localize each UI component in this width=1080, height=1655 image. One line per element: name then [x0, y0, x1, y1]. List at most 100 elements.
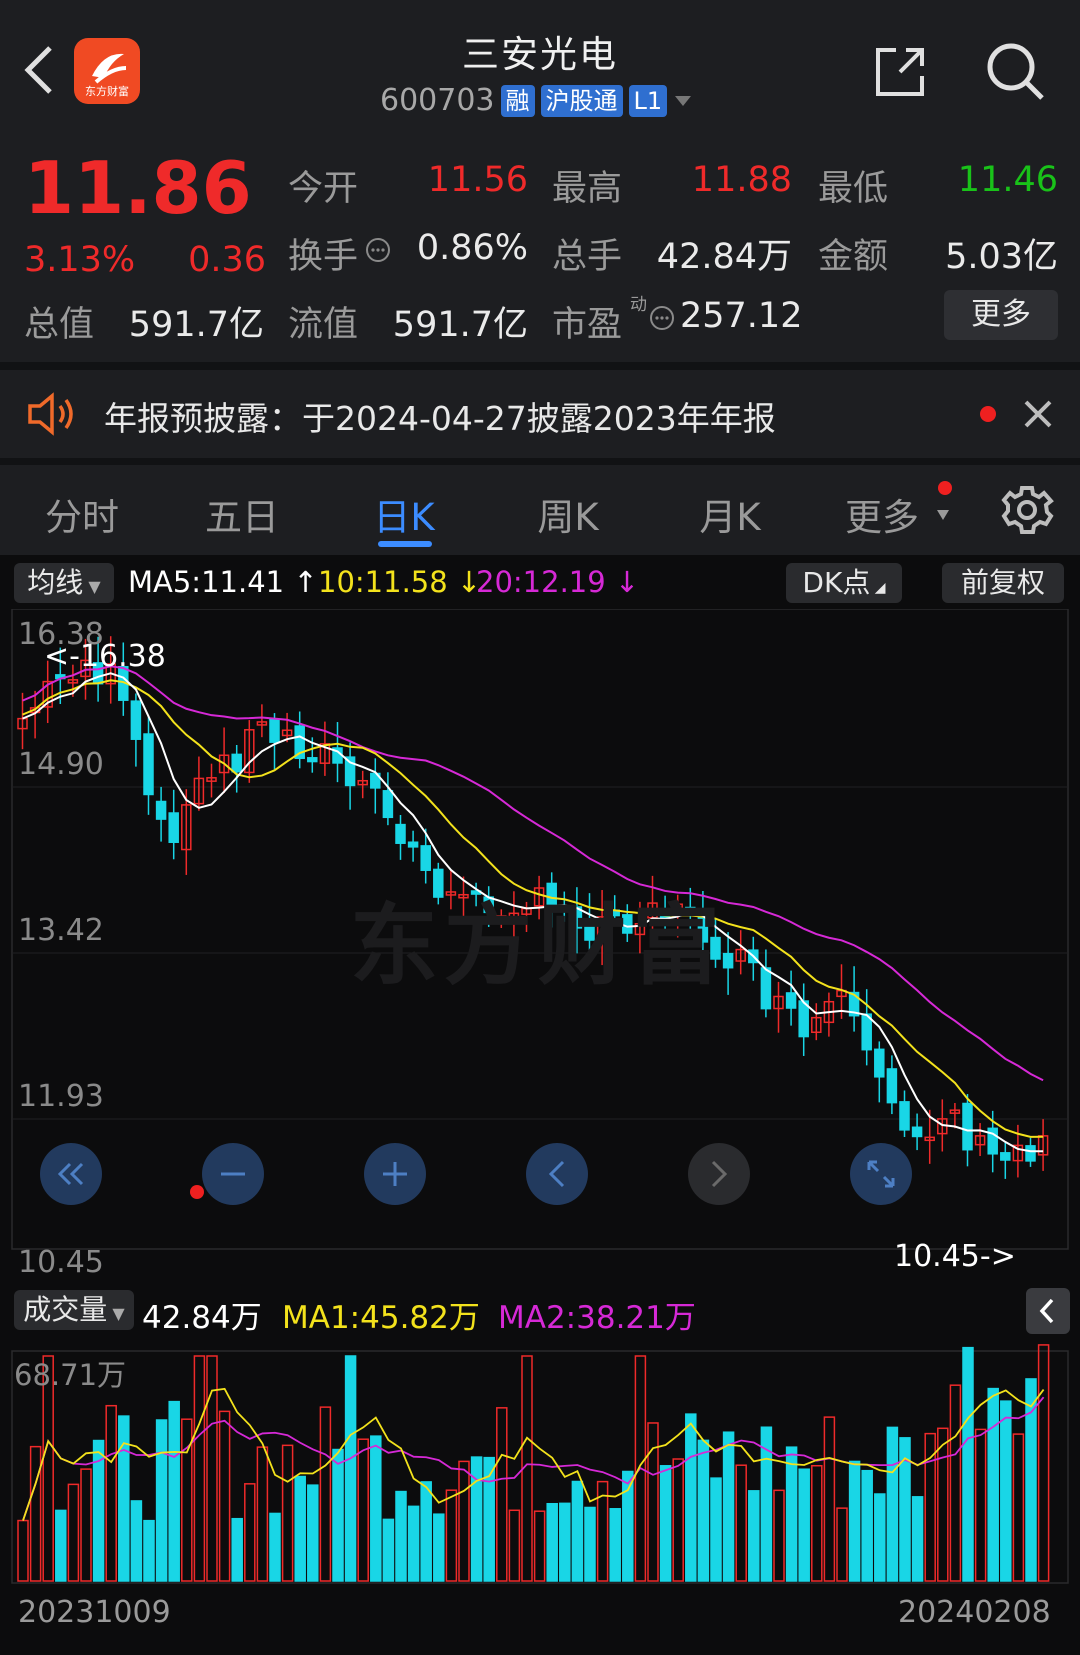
volume-bar: [836, 1507, 848, 1582]
tag-connect: 沪股通: [540, 84, 623, 117]
turnover-value: 0.86%: [416, 228, 528, 268]
zoom-out-button[interactable]: [202, 1143, 264, 1205]
tag-margin: 融: [500, 84, 535, 117]
fullscreen-button[interactable]: [850, 1143, 912, 1205]
volume-bar: [17, 1519, 29, 1582]
top-bar: 东方财富 三安光电 600703 融 沪股通 沪股通 L1: [0, 0, 1080, 132]
open-label: 今开: [288, 169, 359, 209]
volume-bar: [55, 1509, 67, 1582]
candlestick-chart[interactable]: [0, 609, 1080, 1655]
tag-l1[interactable]: L1: [628, 84, 668, 117]
candle-body: [155, 800, 167, 820]
search-icon[interactable]: [984, 40, 1048, 104]
dropdown-icon[interactable]: [673, 94, 693, 108]
ma10-value: 10:11.58 ↓: [318, 565, 482, 599]
tab-weekly-k[interactable]: 周K: [498, 487, 638, 541]
volume-indicator-selector[interactable]: 成交量 ▼: [14, 1290, 134, 1330]
price-tick-5: 10.45: [18, 1245, 104, 1280]
share-icon[interactable]: [872, 44, 928, 100]
volume-bar: [193, 1355, 206, 1582]
volume-bar: [697, 1439, 710, 1582]
indicator-selector[interactable]: 均线 ▼: [14, 563, 114, 603]
indicator-label: 均线: [27, 566, 84, 599]
volume-bar: [458, 1460, 470, 1582]
more-button[interactable]: 更多: [944, 290, 1058, 340]
scroll-right-button[interactable]: [688, 1143, 750, 1205]
volume-bar: [559, 1502, 571, 1582]
volume-bar: [874, 1493, 886, 1582]
start-date: 20231009: [18, 1595, 171, 1630]
low-value: 11.46: [957, 160, 1058, 200]
stock-code-row: 600703 融 沪股通 沪股通 L1: [380, 83, 693, 118]
volume-bar: [672, 1458, 684, 1582]
close-icon[interactable]: [1022, 398, 1054, 430]
candle-body: [861, 1013, 872, 1051]
volume-bar: [231, 1517, 243, 1582]
open-value: 11.56: [427, 160, 528, 200]
volume-bar: [319, 1406, 332, 1582]
scroll-left-fast-button[interactable]: [40, 1143, 102, 1205]
active-tab-indicator: [378, 541, 432, 547]
expand-icon: [867, 1160, 895, 1188]
volume-bar: [168, 1400, 180, 1582]
candle-body: [911, 1126, 923, 1138]
volume-bar: [773, 1489, 785, 1582]
scroll-left-button[interactable]: [526, 1143, 588, 1205]
volume-ma2: MA2:38.21万: [498, 1300, 696, 1336]
candle-body: [307, 757, 318, 763]
settings-gear-icon[interactable]: [1000, 483, 1054, 537]
announcement-text[interactable]: 年报预披露：于2024-04-27披露2023年年报: [104, 392, 776, 440]
volume-bar: [811, 1464, 823, 1582]
volume-bar: [357, 1438, 369, 1582]
period-tabs: 分时 五日 日K 周K 月K 更多: [0, 465, 1080, 555]
candle-body: [407, 841, 419, 848]
volume-bar: [609, 1508, 621, 1582]
candle-body: [395, 823, 406, 844]
tab-five-day[interactable]: 五日: [172, 487, 312, 541]
collapse-panel-button[interactable]: [1026, 1288, 1070, 1334]
new-dot: [938, 481, 952, 495]
info-icon[interactable]: [364, 236, 392, 264]
volume-bar: [370, 1435, 382, 1582]
volume-bar: [949, 1384, 962, 1582]
info-icon[interactable]: [648, 304, 676, 332]
volume-bar: [130, 1500, 143, 1582]
announcement-bar[interactable]: 年报预披露：于2024-04-27披露2023年年报: [0, 370, 1080, 458]
candle-body: [143, 733, 154, 796]
tab-monthly-k[interactable]: 月K: [660, 487, 800, 541]
volume-bar: [546, 1502, 558, 1582]
mktcap-value: 591.7亿: [128, 305, 264, 345]
volume-bar: [823, 1416, 836, 1582]
candle-body: [785, 992, 797, 1009]
volume-bar: [508, 1509, 521, 1582]
zoom-in-button[interactable]: [364, 1143, 426, 1205]
volume-bar: [533, 1510, 546, 1582]
tab-daily-k[interactable]: 日K: [334, 487, 474, 541]
chart-pane: 均线 ▼ MA5:11.41 ↑ 10:11.58 ↓ 20:12.19 ↓ D…: [0, 555, 1080, 1655]
price-tick-4: 11.93: [18, 1079, 104, 1114]
candle-body: [130, 700, 142, 740]
float-label: 流值: [288, 305, 359, 345]
volume-bar: [886, 1426, 899, 1582]
tab-more[interactable]: 更多: [822, 487, 942, 541]
adjustment-button[interactable]: 前复权: [942, 563, 1064, 603]
logo-text: 东方财富: [85, 85, 129, 98]
turnover-label: 换手: [288, 237, 359, 277]
pe-superscript: 动: [630, 295, 647, 315]
volume-bar: [710, 1477, 722, 1582]
quote-panel: 11.86 3.13% 0.36 今开 11.56 最高 11.88 最低 11…: [0, 132, 1080, 362]
chevron-right-icon: [711, 1160, 728, 1188]
volume-bar: [962, 1346, 974, 1582]
volume-bar: [218, 1410, 231, 1582]
volume-bar: [987, 1387, 999, 1582]
volume-bar: [1000, 1400, 1012, 1582]
watermark: 东方财富: [350, 894, 727, 997]
volume-bar: [29, 1445, 42, 1582]
dk-point-button[interactable]: DK点 ◢: [786, 563, 902, 603]
max-price-label: <-16.38: [44, 639, 166, 674]
volume-bar: [269, 1512, 281, 1582]
volume-bar: [848, 1460, 861, 1582]
tab-intraday[interactable]: 分时: [12, 487, 152, 541]
candle-body: [760, 967, 772, 1010]
pe-value: 257.12: [680, 296, 803, 336]
